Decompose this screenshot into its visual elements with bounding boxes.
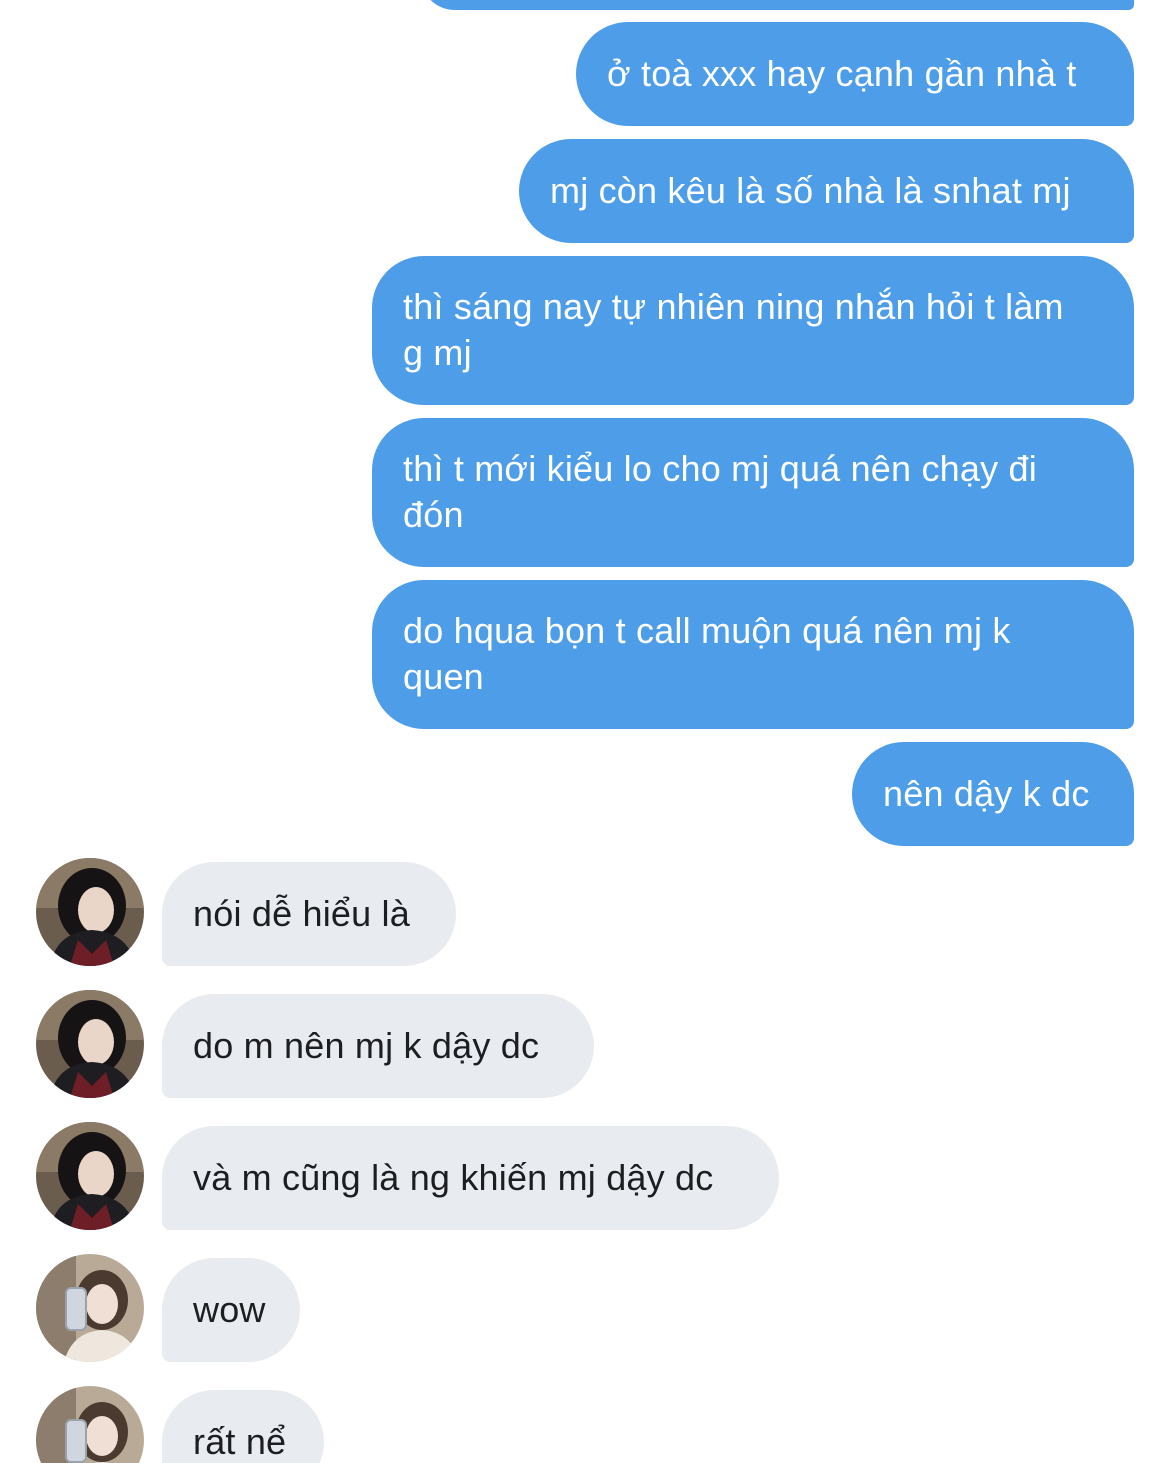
avatar-dark-hair-icon[interactable] bbox=[36, 1122, 144, 1230]
message-bubble-incoming[interactable]: wow bbox=[162, 1258, 300, 1362]
message-bubble-outgoing-partial[interactable] bbox=[420, 0, 1134, 10]
avatar-mirror-selfie-icon[interactable] bbox=[36, 1254, 144, 1362]
message-text: rất nể bbox=[193, 1421, 287, 1462]
message-text: mj còn kêu là số nhà là snhat mj bbox=[550, 170, 1071, 211]
message-text: thì t mới kiểu lo cho mj quá nên chạy đi… bbox=[403, 448, 1037, 535]
message-text: nói dễ hiểu là bbox=[193, 893, 410, 934]
message-text: thì sáng nay tự nhiên ning nhắn hỏi t là… bbox=[403, 286, 1064, 373]
message-bubble-outgoing[interactable]: do hqua bọn t call muộn quá nên mj k que… bbox=[372, 580, 1134, 729]
message-text: do m nên mj k dậy dc bbox=[193, 1025, 540, 1066]
message-bubble-outgoing[interactable]: nên dậy k dc bbox=[852, 742, 1134, 846]
message-text: do hqua bọn t call muộn quá nên mj k que… bbox=[403, 610, 1011, 697]
message-bubble-incoming[interactable]: và m cũng là ng khiến mj dậy dc bbox=[162, 1126, 779, 1230]
avatar-mirror-selfie-icon[interactable] bbox=[36, 1386, 144, 1463]
avatar-dark-hair-icon[interactable] bbox=[36, 858, 144, 966]
avatar-dark-hair-icon[interactable] bbox=[36, 990, 144, 1098]
message-bubble-outgoing[interactable]: mj còn kêu là số nhà là snhat mj bbox=[519, 139, 1134, 243]
message-bubble-outgoing[interactable]: thì t mới kiểu lo cho mj quá nên chạy đi… bbox=[372, 418, 1134, 567]
message-text: ở toà xxx hay cạnh gần nhà t bbox=[607, 53, 1077, 94]
message-bubble-incoming[interactable]: nói dễ hiểu là bbox=[162, 862, 456, 966]
chat-thread[interactable]: ở toà xxx hay cạnh gần nhà t mj còn kêu … bbox=[0, 0, 1170, 1463]
message-bubble-incoming[interactable]: rất nể bbox=[162, 1390, 324, 1463]
message-text: và m cũng là ng khiến mj dậy dc bbox=[193, 1157, 714, 1198]
message-bubble-incoming[interactable]: do m nên mj k dậy dc bbox=[162, 994, 594, 1098]
message-bubble-outgoing[interactable]: ở toà xxx hay cạnh gần nhà t bbox=[576, 22, 1134, 126]
message-text: nên dậy k dc bbox=[883, 773, 1090, 814]
message-text: wow bbox=[193, 1289, 266, 1330]
message-bubble-outgoing[interactable]: thì sáng nay tự nhiên ning nhắn hỏi t là… bbox=[372, 256, 1134, 405]
